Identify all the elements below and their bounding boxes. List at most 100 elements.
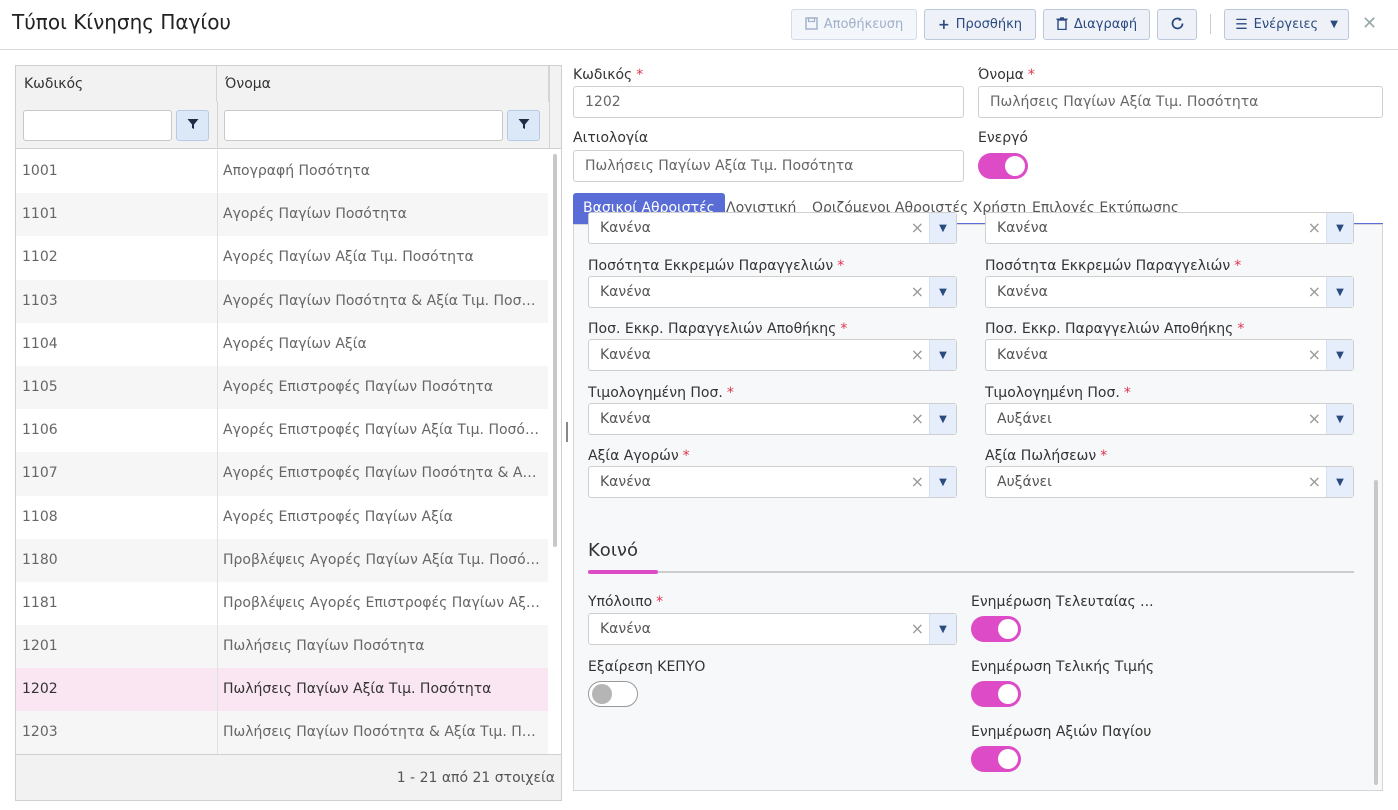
left-field-label-0: Ποσότητα Εκκρεμών Παραγγελιών * — [588, 258, 845, 274]
right-field-dropdown-0[interactable]: Κανένα × ▼ — [985, 276, 1354, 308]
name-filter-button[interactable] — [507, 110, 540, 141]
add-button[interactable]: + Προσθήκη — [924, 9, 1036, 40]
update-last-label: Ενημέρωση Τελευταίας ... — [971, 594, 1154, 610]
active-toggle[interactable] — [978, 153, 1028, 179]
caret-down-icon: ▼ — [1330, 18, 1338, 30]
chevron-down-icon[interactable]: ▼ — [929, 404, 956, 434]
right-field-label-0: Ποσότητα Εκκρεμών Παραγγελιών * — [985, 258, 1242, 274]
refresh-button[interactable] — [1157, 9, 1197, 40]
chevron-down-icon[interactable]: ▼ — [1326, 277, 1353, 307]
clear-icon[interactable]: × — [911, 345, 924, 364]
clear-icon[interactable]: × — [1308, 345, 1321, 364]
table-row[interactable]: 1106 Αγορές Επιστροφές Παγίων Αξία Τιμ. Π… — [16, 409, 548, 452]
table-row[interactable]: 1102 Αγορές Παγίων Αξία Τιμ. Ποσότητα — [16, 236, 548, 279]
grid-header: Κωδικός Όνομα — [16, 66, 561, 149]
clear-icon[interactable]: × — [1308, 409, 1321, 428]
column-header-name[interactable]: Όνομα — [217, 66, 549, 102]
code-filter-input[interactable] — [23, 110, 172, 141]
actions-dropdown-button[interactable]: ☰ Ενέργειες ▼ — [1224, 9, 1349, 40]
right-field-dropdown-1[interactable]: Κανένα × ▼ — [985, 339, 1354, 371]
code-filter-button[interactable] — [176, 110, 209, 141]
cell-code: 1181 — [22, 594, 58, 611]
cell-name: Προβλέψεις Αγορές Παγίων Αξία Τιμ. Ποσότ… — [223, 551, 543, 568]
clear-icon[interactable]: × — [911, 472, 924, 491]
delete-button[interactable]: Διαγραφή — [1043, 9, 1150, 40]
chevron-down-icon[interactable]: ▼ — [929, 467, 956, 497]
grid-scrollbar[interactable] — [553, 154, 557, 547]
cell-code: 1202 — [22, 681, 58, 698]
panel-scrollbar[interactable] — [1374, 480, 1378, 785]
cell-name: Απογραφή Ποσότητα — [223, 163, 371, 179]
exclude-kepyo-toggle[interactable] — [588, 681, 638, 707]
chevron-down-icon[interactable]: ▼ — [1326, 467, 1353, 497]
table-row[interactable]: 1107 Αγορές Επιστροφές Παγίων Ποσότητα & … — [16, 452, 548, 496]
cell-name: Αγορές Παγίων Ποσότητα & Αξία Τιμ. Ποσότ… — [223, 292, 543, 309]
section-title-common: Κοινό — [588, 540, 638, 561]
name-field[interactable]: Πωλήσεις Παγίων Αξία Τιμ. Ποσότητα — [978, 86, 1383, 118]
right-field-dropdown-2[interactable]: Αυξάνει × ▼ — [985, 403, 1354, 435]
cell-code: 1108 — [22, 508, 58, 525]
left-field-label-2: Τιμολογημένη Ποσ. * — [588, 385, 734, 401]
table-row[interactable]: 1201 Πωλήσεις Παγίων Ποσότητα — [16, 625, 548, 669]
pager-info: 1 - 21 από 21 στοιχεία — [396, 770, 555, 786]
save-button[interactable]: Αποθήκευση — [791, 9, 917, 40]
cell-code: 1103 — [22, 292, 58, 309]
cell-code: 1203 — [22, 724, 58, 741]
clear-icon[interactable]: × — [1308, 472, 1321, 491]
trash-icon — [1056, 16, 1068, 33]
exclude-kepyo-label: Εξαίρεση ΚΕΠΥΟ — [588, 659, 706, 675]
chevron-down-icon[interactable]: ▼ — [1326, 404, 1353, 434]
records-grid: Κωδικός Όνομα 1001 Απογραφή Ποσότητα 1101 Α… — [15, 65, 562, 801]
left-field-dropdown-2[interactable]: Κανένα × ▼ — [588, 403, 957, 435]
reason-field[interactable]: Πωλήσεις Παγίων Αξία Τιμ. Ποσότητα — [573, 150, 964, 182]
cell-code: 1107 — [22, 465, 58, 482]
grid-footer: 1 - 21 από 21 στοιχεία — [16, 754, 561, 800]
close-icon[interactable]: ✕ — [1362, 13, 1377, 34]
refresh-icon — [1170, 16, 1185, 34]
table-row[interactable]: 1104 Αγορές Παγίων Αξία — [16, 323, 548, 366]
clear-icon[interactable]: × — [911, 409, 924, 428]
right-field-label-3: Αξία Πωλήσεων * — [985, 448, 1108, 464]
cell-name: Αγορές Επιστροφές Παγίων Αξία — [223, 508, 453, 525]
update-asset-values-toggle[interactable] — [971, 746, 1021, 772]
balance-label: Υπόλοιπο * — [588, 594, 664, 610]
table-row[interactable]: 1180 Προβλέψεις Αγορές Παγίων Αξία Τιμ. Π… — [16, 538, 548, 582]
cell-name: Πωλήσεις Παγίων Ποσότητα — [223, 638, 425, 655]
filter-icon — [518, 118, 530, 134]
column-header-code[interactable]: Κωδικός — [16, 66, 217, 102]
table-row[interactable]: 1108 Αγορές Επιστροφές Παγίων Αξία — [16, 496, 548, 539]
plus-icon: + — [937, 16, 950, 33]
cell-name: Αγορές Επιστροφές Παγίων Ποσότητα — [223, 378, 494, 395]
clear-icon[interactable]: × — [1308, 282, 1321, 301]
table-row[interactable]: 1001 Απογραφή Ποσότητα — [16, 150, 548, 193]
table-row[interactable]: 1203 Πωλήσεις Παγίων Ποσότητα & Αξία Τιμ.… — [16, 711, 548, 755]
grid-rows: 1001 Απογραφή Ποσότητα 1101 Αγορές Παγίων Π… — [16, 150, 548, 755]
table-row[interactable]: 1105 Αγορές Επιστροφές Παγίων Ποσότητα — [16, 365, 548, 410]
cell-code: 1102 — [22, 249, 58, 266]
table-row[interactable]: 1181 Προβλέψεις Αγορές Επιστροφές Παγίων … — [16, 582, 548, 625]
menu-icon: ☰ — [1235, 16, 1248, 33]
splitter-handle[interactable] — [566, 422, 568, 442]
update-last-toggle[interactable] — [971, 616, 1021, 642]
chevron-down-icon: ▼ — [929, 614, 956, 644]
cell-name: Πωλήσεις Παγίων Ποσότητα & Αξία Τιμ. Ποσ… — [223, 724, 543, 741]
table-row[interactable]: 1103 Αγορές Παγίων Ποσότητα & Αξία Τιμ. Π… — [16, 279, 548, 323]
save-icon — [805, 16, 818, 33]
left-field-dropdown-3[interactable]: Κανένα × ▼ — [588, 466, 957, 498]
active-label: Ενεργό — [978, 130, 1028, 146]
clear-icon[interactable]: × — [911, 282, 924, 301]
right-field-dropdown-3[interactable]: Αυξάνει × ▼ — [985, 466, 1354, 498]
code-field[interactable]: 1202 — [573, 86, 964, 118]
cell-name: Αγορές Επιστροφές Παγίων Αξία Τιμ. Ποσότ… — [223, 422, 543, 439]
name-filter-input[interactable] — [224, 110, 503, 141]
chevron-down-icon[interactable]: ▼ — [929, 277, 956, 307]
balance-dropdown[interactable]: Κανένα × ▼ — [588, 613, 957, 645]
left-field-dropdown-1[interactable]: Κανένα × ▼ — [588, 339, 957, 371]
chevron-down-icon[interactable]: ▼ — [929, 340, 956, 370]
table-row[interactable]: 1101 Αγορές Παγίων Ποσότητα — [16, 193, 548, 237]
left-field-dropdown-0[interactable]: Κανένα × ▼ — [588, 276, 957, 308]
chevron-down-icon[interactable]: ▼ — [1326, 340, 1353, 370]
update-final-price-toggle[interactable] — [971, 681, 1021, 707]
left-field-label-3: Αξία Αγορών * — [588, 448, 690, 464]
table-row[interactable]: 1202 Πωλήσεις Παγίων Αξία Τιμ. Ποσότητα — [16, 668, 548, 712]
